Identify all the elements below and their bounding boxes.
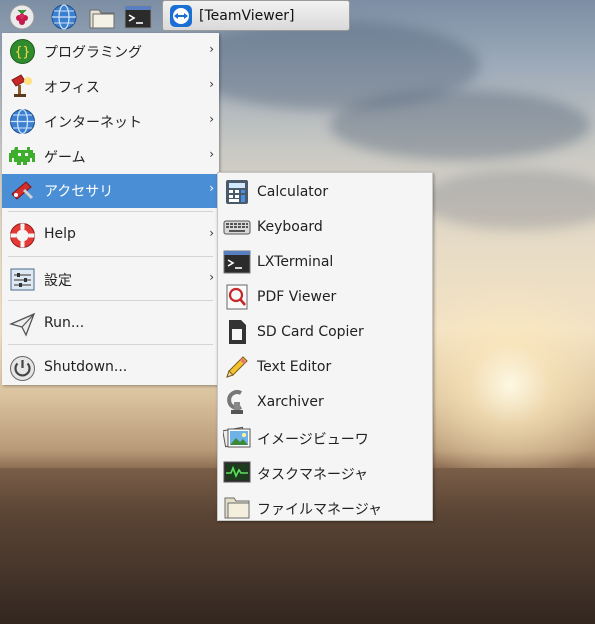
- submenu-item-label: Text Editor: [257, 359, 332, 375]
- taskbar-app-button[interactable]: [TeamViewer]: [162, 0, 350, 31]
- menu-separator: [8, 211, 213, 212]
- file-manager-launcher[interactable]: [88, 3, 116, 31]
- menu-item-programming[interactable]: {} プログラミング ›: [2, 35, 219, 67]
- menu-item-help[interactable]: Help ›: [2, 219, 219, 251]
- submenu-item-xarchiver[interactable]: Xarchiver: [218, 385, 432, 419]
- menu-item-internet[interactable]: インターネット ›: [2, 105, 219, 137]
- menu-separator: [8, 300, 213, 301]
- taskbar-app-label: [TeamViewer]: [199, 7, 295, 24]
- main-menu: {} プログラミング › オフィス › インターネット › ゲーム › アクセサ…: [2, 33, 219, 385]
- browser-launcher[interactable]: [50, 3, 78, 31]
- svg-text:{}: {}: [15, 45, 31, 60]
- raspberry-menu-button[interactable]: [8, 3, 36, 31]
- menu-item-label: オフィス: [44, 80, 100, 96]
- menu-item-label: 設定: [44, 273, 72, 289]
- submenu-item-label: Calculator: [257, 184, 329, 200]
- submenu-item-label: LXTerminal: [257, 254, 334, 270]
- image-viewer-icon: [223, 426, 251, 448]
- internet-icon: [10, 108, 35, 135]
- submenu-arrow: ›: [209, 42, 214, 56]
- submenu-item-image-viewer[interactable]: イメージビューワ: [218, 420, 432, 454]
- menu-item-label: Run...: [44, 315, 85, 331]
- menu-separator: [8, 256, 213, 257]
- submenu-item-file-manager[interactable]: ファイルマネージャ: [218, 490, 432, 524]
- submenu-item-label: SD Card Copier: [257, 324, 364, 340]
- submenu-item-lxterminal[interactable]: LXTerminal: [218, 245, 432, 279]
- terminal-launcher[interactable]: [124, 3, 152, 31]
- menu-item-label: Shutdown...: [44, 359, 128, 375]
- menu-item-label: Help: [44, 226, 76, 242]
- submenu-item-label: タスクマネージャ: [257, 467, 369, 483]
- terminal-icon: [223, 250, 251, 274]
- submenu-item-calculator[interactable]: Calculator: [218, 175, 432, 209]
- submenu-item-text-editor[interactable]: Text Editor: [218, 350, 432, 384]
- shutdown-icon: [10, 356, 35, 381]
- settings-icon: [10, 268, 35, 291]
- submenu-item-keyboard[interactable]: Keyboard: [218, 210, 432, 244]
- help-icon: [10, 223, 35, 248]
- raspberry-icon: [9, 4, 35, 30]
- calculator-icon: [226, 180, 248, 204]
- menu-item-label: プログラミング: [44, 45, 142, 61]
- text-editor-icon: [226, 356, 248, 378]
- menu-separator: [8, 344, 213, 345]
- menu-item-shutdown[interactable]: Shutdown...: [2, 352, 219, 384]
- submenu-arrow: ›: [209, 77, 214, 91]
- programming-icon: {}: [10, 39, 35, 64]
- submenu-arrow: ›: [209, 112, 214, 126]
- accessories-submenu: Calculator Keyboard LXTerminal PDF Viewe…: [217, 172, 433, 521]
- submenu-arrow: ›: [209, 147, 214, 161]
- submenu-arrow: ›: [209, 181, 214, 195]
- submenu-item-label: PDF Viewer: [257, 289, 337, 305]
- taskbar: [TeamViewer]: [0, 0, 595, 33]
- submenu-arrow: ›: [209, 270, 214, 284]
- folder-icon: [89, 9, 115, 29]
- menu-item-label: インターネット: [44, 115, 142, 131]
- menu-item-run[interactable]: Run...: [2, 308, 219, 340]
- menu-item-label: ゲーム: [44, 150, 86, 166]
- menu-item-label: アクセサリ: [44, 184, 114, 200]
- office-icon: [11, 74, 32, 97]
- accessories-icon: [11, 181, 34, 200]
- submenu-item-label: ファイルマネージャ: [257, 502, 383, 518]
- submenu-item-label: イメージビューワ: [257, 432, 369, 448]
- file-manager-icon: [224, 497, 250, 519]
- submenu-item-task-manager[interactable]: タスクマネージャ: [218, 455, 432, 489]
- terminal-icon: [124, 5, 152, 29]
- menu-item-games[interactable]: ゲーム ›: [2, 140, 219, 172]
- sd-card-icon: [229, 320, 246, 344]
- submenu-arrow: ›: [209, 226, 214, 240]
- archiver-icon: [227, 390, 243, 414]
- task-manager-icon: [223, 461, 251, 483]
- menu-item-office[interactable]: オフィス ›: [2, 70, 219, 102]
- globe-icon: [51, 4, 77, 30]
- submenu-item-sd-card-copier[interactable]: SD Card Copier: [218, 315, 432, 349]
- menu-item-settings[interactable]: 設定 ›: [2, 263, 219, 295]
- submenu-item-label: Xarchiver: [257, 394, 324, 410]
- menu-item-accessories[interactable]: アクセサリ ›: [2, 174, 219, 208]
- teamviewer-icon: [170, 4, 192, 27]
- pdf-viewer-icon: [226, 284, 248, 310]
- games-icon: [9, 147, 35, 165]
- run-icon: [9, 312, 36, 337]
- keyboard-icon: [223, 220, 251, 235]
- submenu-item-pdf-viewer[interactable]: PDF Viewer: [218, 280, 432, 314]
- submenu-item-label: Keyboard: [257, 219, 323, 235]
